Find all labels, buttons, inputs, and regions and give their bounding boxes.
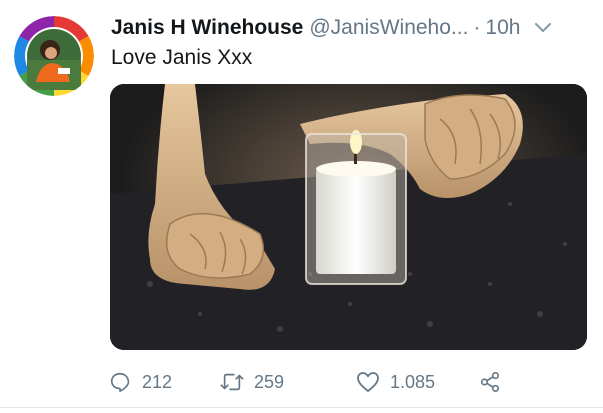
user-handle[interactable]: @JanisWineho... — [309, 16, 468, 40]
retweet-button[interactable]: 259 — [220, 368, 284, 396]
heart-icon — [356, 370, 380, 394]
profile-avatar[interactable] — [14, 16, 94, 96]
retweet-count: 259 — [254, 371, 285, 392]
tweet-card[interactable]: Janis H Winehouse @JanisWineho... · 10h … — [0, 0, 603, 413]
chevron-down-icon[interactable] — [534, 19, 552, 37]
separator-dot: · — [473, 16, 481, 39]
like-count: 1.085 — [390, 371, 436, 392]
tweet-media-photo[interactable] — [110, 84, 587, 350]
display-name[interactable]: Janis H Winehouse — [111, 16, 303, 40]
like-button[interactable]: 1.085 — [356, 368, 435, 396]
tweet-actions: 212 259 1.085 — [108, 368, 548, 396]
tweet-header: Janis H Winehouse @JanisWineho... · 10h — [111, 14, 591, 42]
share-button[interactable] — [478, 368, 512, 396]
divider — [0, 407, 603, 408]
tweet-text: Love Janis Xxx — [111, 46, 253, 69]
reply-count: 212 — [142, 371, 173, 392]
timestamp[interactable]: 10h — [485, 16, 520, 40]
reply-icon — [108, 370, 132, 394]
share-icon — [478, 370, 502, 394]
reply-button[interactable]: 212 — [108, 368, 172, 396]
retweet-icon — [220, 370, 244, 394]
